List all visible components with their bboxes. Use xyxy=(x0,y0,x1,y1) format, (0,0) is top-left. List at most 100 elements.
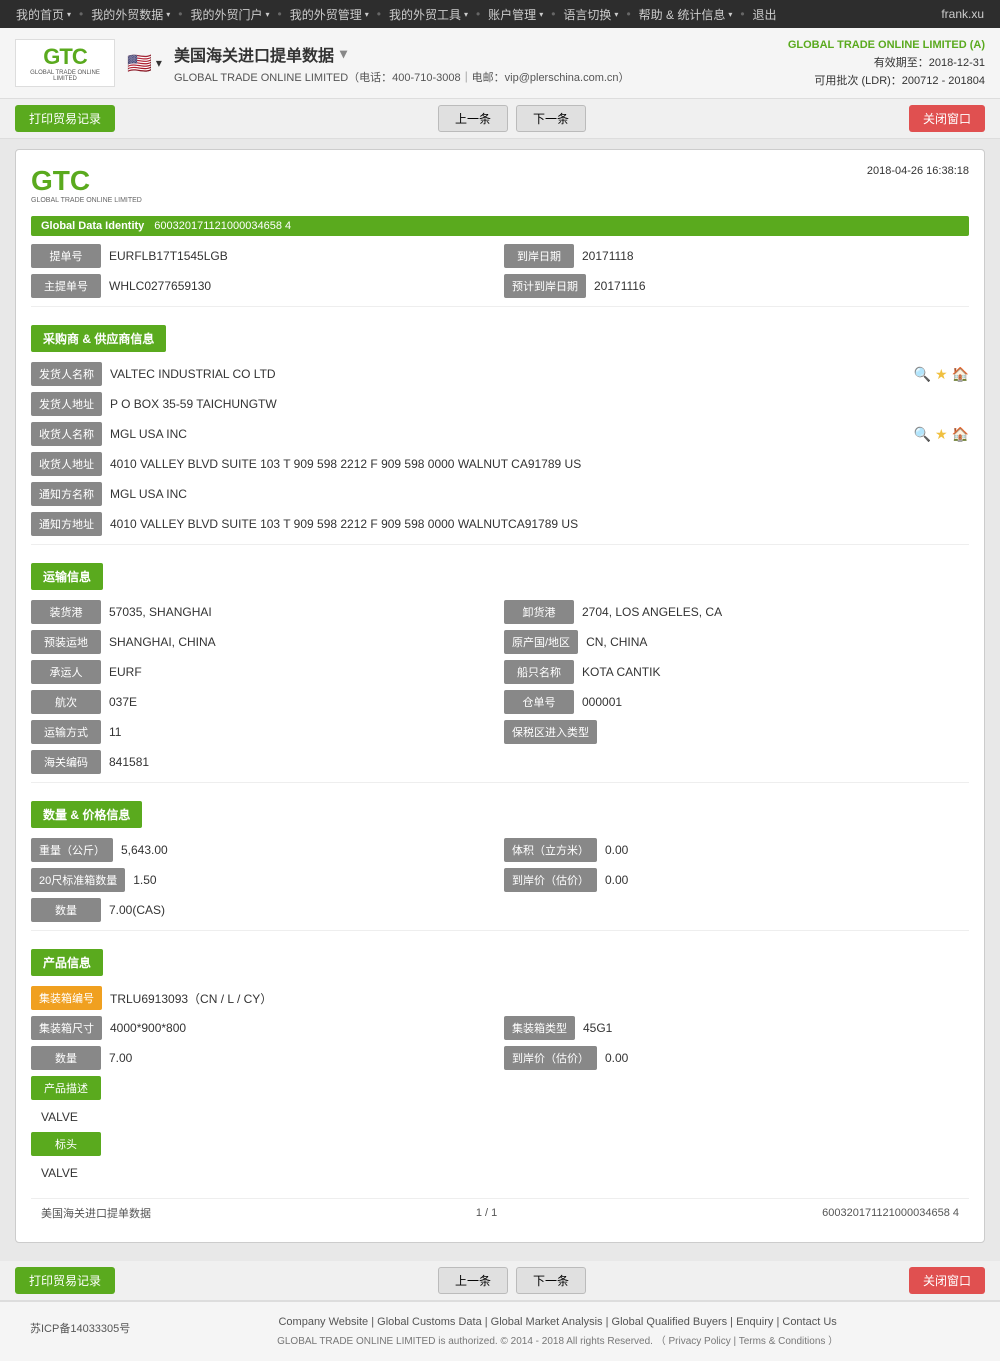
ldr-info: 可用批次 (LDR)：200712 - 201804 xyxy=(788,72,985,90)
chevron-down-icon: ▾ xyxy=(614,10,618,19)
arrival-price2-label: 到岸价（估价） xyxy=(504,1046,597,1070)
origin-country-value: CN, CHINA xyxy=(586,635,969,649)
vessel-label: 船只名称 xyxy=(504,660,574,684)
flag-selector[interactable]: 🇺🇸 ▾ xyxy=(127,51,162,76)
qty2-price2-row: 数量 7.00 到岸价（估价） 0.00 xyxy=(31,1046,969,1070)
chevron-down-icon: ▾ xyxy=(265,10,269,19)
container-size-value: 4000*900*800 xyxy=(110,1021,496,1035)
notify-name-label: 通知方名称 xyxy=(31,482,102,506)
quantity-section-header: 数量 & 价格信息 xyxy=(31,801,142,828)
pagination-row: 美国海关进口提单数据 1 / 1 600320171121000034658 4 xyxy=(31,1198,969,1227)
identity-row: Global Data Identity 6003201711210000346… xyxy=(31,216,969,236)
close-button-bottom[interactable]: 关闭窗口 xyxy=(909,1267,985,1294)
prev-button-top[interactable]: 上一条 xyxy=(438,105,508,132)
container-no-row: 集装箱编号 TRLU6913093（CN / L / CY） xyxy=(31,986,969,1010)
notify-addr-row: 通知方地址 4010 VALLEY BLVD SUITE 103 T 909 5… xyxy=(31,512,969,536)
nav-home[interactable]: 我的首页 ▾ xyxy=(8,0,79,28)
nav-account[interactable]: 账户管理 ▾ xyxy=(480,0,551,28)
marks-section: 标头 xyxy=(31,1132,969,1156)
customs-code-label: 海关编码 xyxy=(31,750,101,774)
product-desc-label: 产品描述 xyxy=(31,1076,101,1100)
next-button-top[interactable]: 下一条 xyxy=(516,105,586,132)
consignee-addr-value: 4010 VALLEY BLVD SUITE 103 T 909 598 221… xyxy=(110,457,969,471)
home-icon[interactable]: 🏠 xyxy=(952,426,969,443)
quantity2-label: 数量 xyxy=(31,1046,101,1070)
nav-portal[interactable]: 我的外贸门户 ▾ xyxy=(182,0,277,28)
container20-value: 1.50 xyxy=(133,873,496,887)
estimated-arrival-value: 20171116 xyxy=(594,279,969,293)
master-bill-row: 主提单号 WHLC0277659130 预计到岸日期 20171116 xyxy=(31,274,969,298)
header-right: GLOBAL TRADE ONLINE LIMITED (A) 有效期至：201… xyxy=(788,36,985,90)
navigation-buttons-bottom: 上一条 下一条 xyxy=(115,1267,909,1294)
close-button-top[interactable]: 关闭窗口 xyxy=(909,105,985,132)
chevron-down-icon: ▾ xyxy=(365,10,369,19)
chevron-down-icon: ▾ xyxy=(156,56,162,70)
arrival-price-value: 0.00 xyxy=(605,873,969,887)
bottom-toolbar: 打印贸易记录 上一条 下一条 关闭窗口 xyxy=(0,1261,1000,1301)
document-datetime: 2018-04-26 16:38:18 xyxy=(867,165,969,177)
nav-tools[interactable]: 我的外贸工具 ▾ xyxy=(381,0,476,28)
home-icon[interactable]: 🏠 xyxy=(952,366,969,383)
company-name: GLOBAL TRADE ONLINE LIMITED (A) xyxy=(788,36,985,54)
container-type-value: 45G1 xyxy=(583,1021,969,1035)
consignee-addr-row: 收货人地址 4010 VALLEY BLVD SUITE 103 T 909 5… xyxy=(31,452,969,476)
customs-code-row: 海关编码 841581 xyxy=(31,750,969,774)
product-desc-value: VALVE xyxy=(31,1106,969,1132)
top-toolbar: 打印贸易记录 上一条 下一条 关闭窗口 xyxy=(0,99,1000,139)
consignee-addr-label: 收货人地址 xyxy=(31,452,102,476)
container-no-label: 集装箱编号 xyxy=(31,986,102,1010)
chevron-down-icon: ▾ xyxy=(464,10,468,19)
title-area: 美国海关进口提单数据 ▾ GLOBAL TRADE ONLINE LIMITED… xyxy=(174,42,788,85)
consignee-name-label: 收货人名称 xyxy=(31,422,102,446)
origin-place-label: 预装运地 xyxy=(31,630,101,654)
footer-link-market[interactable]: Global Market Analysis xyxy=(491,1316,603,1328)
shipper-icons: 🔍 ★ 🏠 xyxy=(914,366,969,383)
main-content: GTC GLOBAL TRADE ONLINE LIMITED 2018-04-… xyxy=(0,139,1000,1261)
quantity-row: 数量 7.00(CAS) xyxy=(31,898,969,922)
origin-place-value: SHANGHAI, CHINA xyxy=(109,635,496,649)
footer-link-enquiry[interactable]: Enquiry xyxy=(736,1316,773,1328)
footer-link-customs[interactable]: Global Customs Data xyxy=(377,1316,482,1328)
search-icon[interactable]: 🔍 xyxy=(914,366,931,383)
arrival-date-label: 到岸日期 xyxy=(504,244,574,268)
chevron-down-icon: ▾ xyxy=(67,10,71,19)
shipper-name-row: 发货人名称 VALTEC INDUSTRIAL CO LTD 🔍 ★ 🏠 xyxy=(31,362,969,386)
shipper-addr-value: P O BOX 35-59 TAICHUNGTW xyxy=(110,397,969,411)
print-button-top[interactable]: 打印贸易记录 xyxy=(15,105,115,132)
ports-row: 装货港 57035, SHANGHAI 卸货港 2704, LOS ANGELE… xyxy=(31,600,969,624)
footer-link-contact[interactable]: Contact Us xyxy=(782,1316,836,1328)
footer-link-company[interactable]: Company Website xyxy=(278,1316,368,1328)
nav-management[interactable]: 我的外贸管理 ▾ xyxy=(282,0,377,28)
identity-value: 600320171121000034658 4 xyxy=(154,220,291,232)
transport-section-header: 运输信息 xyxy=(31,563,103,590)
nav-trade-data[interactable]: 我的外贸数据 ▾ xyxy=(83,0,178,28)
search-icon[interactable]: 🔍 xyxy=(914,426,931,443)
discharge-port-value: 2704, LOS ANGELES, CA xyxy=(582,605,969,619)
footer-links: Company Website | Global Customs Data | … xyxy=(145,1316,970,1328)
origin-country-label: 原产国/地区 xyxy=(504,630,578,654)
star-icon[interactable]: ★ xyxy=(935,426,948,443)
nav-logout[interactable]: 退出 xyxy=(745,0,785,28)
document-card: GTC GLOBAL TRADE ONLINE LIMITED 2018-04-… xyxy=(15,149,985,1243)
card-header: GTC GLOBAL TRADE ONLINE LIMITED 2018-04-… xyxy=(31,165,969,204)
shipper-addr-row: 发货人地址 P O BOX 35-59 TAICHUNGTW xyxy=(31,392,969,416)
transport-ftz-row: 运输方式 11 保税区进入类型 xyxy=(31,720,969,744)
carrier-vessel-row: 承运人 EURF 船只名称 KOTA CANTIK xyxy=(31,660,969,684)
bill-no-label: 提单号 xyxy=(31,244,101,268)
prev-button-bottom[interactable]: 上一条 xyxy=(438,1267,508,1294)
next-button-bottom[interactable]: 下一条 xyxy=(516,1267,586,1294)
footer-link-buyers[interactable]: Global Qualified Buyers xyxy=(612,1316,728,1328)
chevron-down-icon: ▾ xyxy=(539,10,543,19)
customs-code-value: 841581 xyxy=(109,755,969,769)
quantity-value: 7.00(CAS) xyxy=(109,903,969,917)
print-button-bottom[interactable]: 打印贸易记录 xyxy=(15,1267,115,1294)
nav-language[interactable]: 语言切换 ▾ xyxy=(555,0,626,28)
nav-help[interactable]: 帮助 & 统计信息 ▾ xyxy=(631,0,741,28)
origin-row: 预装运地 SHANGHAI, CHINA 原产国/地区 CN, CHINA xyxy=(31,630,969,654)
quantity-label: 数量 xyxy=(31,898,101,922)
star-icon[interactable]: ★ xyxy=(935,366,948,383)
notify-name-value: MGL USA INC xyxy=(110,487,969,501)
volume-value: 0.00 xyxy=(605,843,969,857)
marks-value: VALVE xyxy=(31,1162,969,1188)
shipper-addr-label: 发货人地址 xyxy=(31,392,102,416)
